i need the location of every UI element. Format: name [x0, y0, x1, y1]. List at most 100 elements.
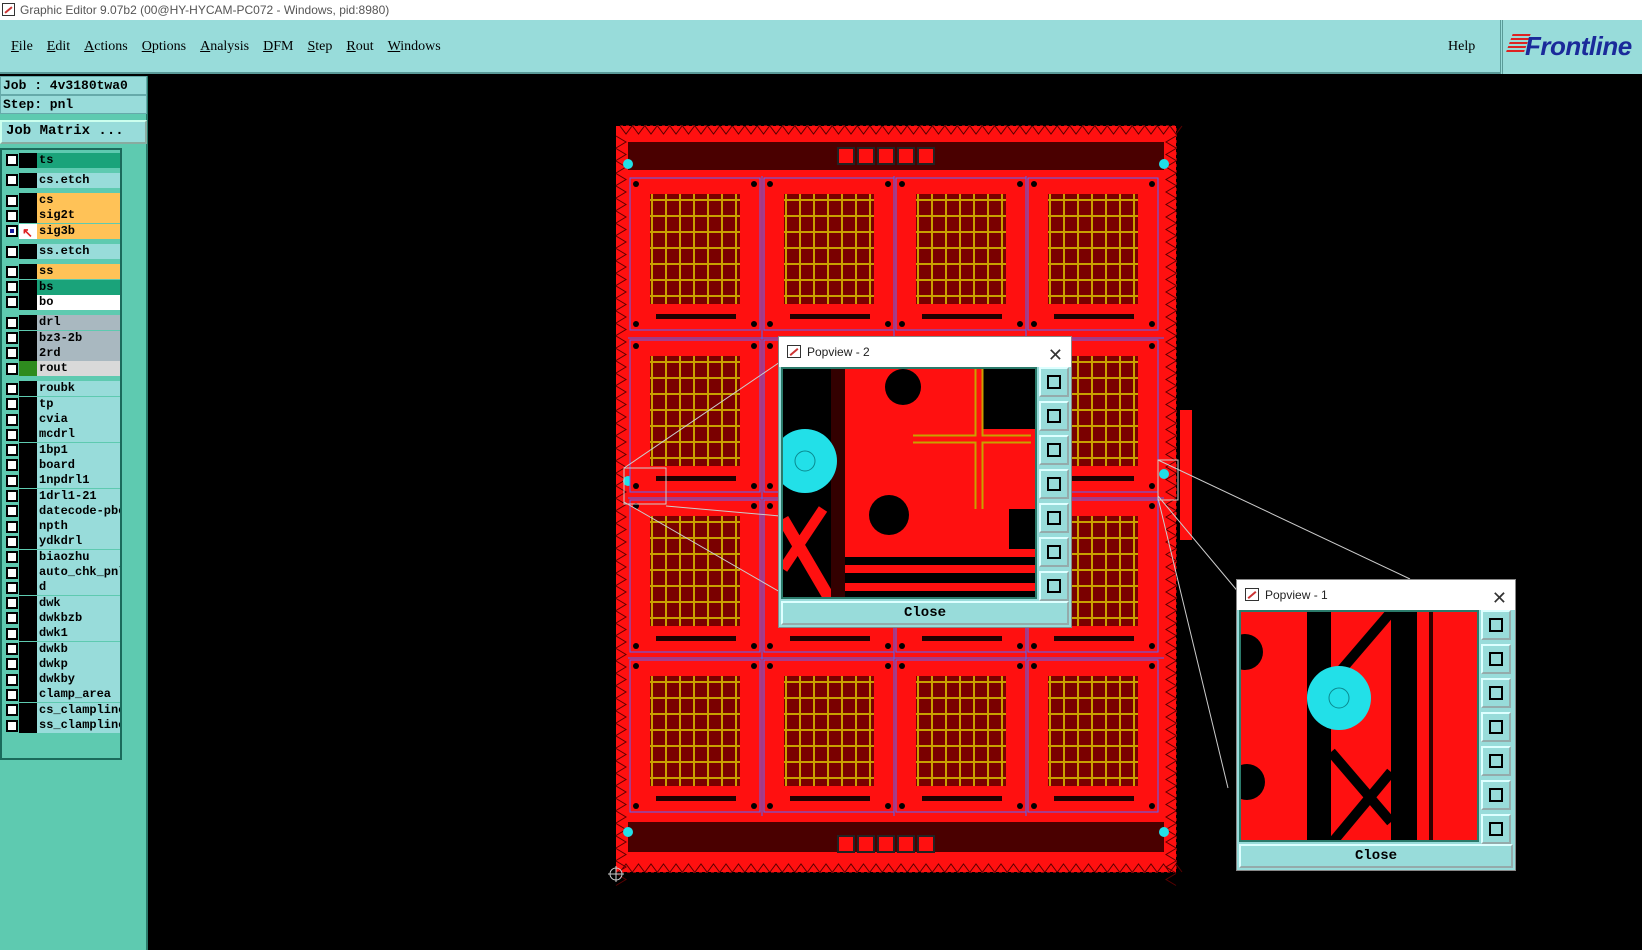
layer-row-dwkp[interactable]: dwkp	[4, 656, 120, 672]
layer-checkbox[interactable]	[6, 398, 18, 411]
layer-checkbox[interactable]	[6, 474, 18, 487]
layer-checkbox[interactable]	[6, 719, 18, 732]
pan-down-icon[interactable]	[1481, 678, 1511, 708]
zoom-fit-icon[interactable]	[1039, 367, 1069, 397]
layer-row-d[interactable]: d	[4, 580, 120, 596]
layer-row-board[interactable]: board	[4, 457, 120, 473]
popview-1-titlebar[interactable]: Popview - 1 ✕	[1237, 580, 1515, 610]
layer-row-drl[interactable]: drl	[4, 315, 120, 331]
layer-checkbox[interactable]	[6, 194, 18, 207]
popview-2-view[interactable]	[781, 367, 1037, 599]
popview-2-close-button[interactable]: Close	[781, 601, 1069, 625]
layer-row-clamp_area[interactable]: clamp_area	[4, 687, 120, 703]
layer-checkbox[interactable]	[6, 551, 18, 564]
layer-row-ss.etch[interactable]: ss.etch	[4, 244, 120, 260]
menu-dfm[interactable]: DFM	[256, 37, 300, 57]
pan-right-icon[interactable]	[1039, 503, 1069, 533]
menu-actions[interactable]: Actions	[77, 37, 135, 57]
layer-checkbox[interactable]	[6, 520, 18, 533]
layer-checkbox[interactable]	[6, 154, 18, 166]
layer-row-2rd[interactable]: 2rd	[4, 345, 120, 361]
layer-checkbox[interactable]	[6, 597, 18, 610]
layer-row-mcdrl[interactable]: mcdrl	[4, 427, 120, 443]
layer-checkbox[interactable]	[6, 688, 18, 701]
layer-row-cs[interactable]: cs	[4, 193, 120, 209]
pan-left-icon[interactable]	[1481, 712, 1511, 742]
layer-row-ss_clampline[interactable]: ss_clampline	[4, 718, 120, 734]
menu-rout[interactable]: Rout	[339, 37, 380, 57]
zoom-in-icon[interactable]	[1481, 780, 1511, 810]
layer-checkbox[interactable]	[6, 643, 18, 655]
menu-edit[interactable]: Edit	[40, 37, 77, 57]
layer-row-1bp1[interactable]: 1bp1	[4, 442, 120, 458]
layer-checkbox[interactable]	[6, 265, 18, 278]
layer-row-dwk[interactable]: dwk	[4, 595, 120, 611]
pan-up-icon[interactable]	[1039, 401, 1069, 431]
layer-row-ydkdrl[interactable]: ydkdrl	[4, 534, 120, 550]
layer-row-cs_clampline[interactable]: cs_clampline	[4, 702, 120, 718]
layer-row-rout[interactable]: rout	[4, 361, 120, 377]
layer-checkbox[interactable]	[6, 281, 18, 294]
job-matrix-button[interactable]: Job Matrix ...	[0, 120, 147, 144]
layer-checkbox[interactable]	[6, 581, 18, 594]
layer-row-npth[interactable]: npth	[4, 519, 120, 535]
menu-step[interactable]: Step	[300, 37, 339, 57]
layer-checkbox[interactable]	[6, 347, 18, 360]
pan-down-icon[interactable]	[1039, 435, 1069, 465]
menu-analysis[interactable]: Analysis	[193, 37, 256, 57]
pan-left-icon[interactable]	[1039, 469, 1069, 499]
menu-file[interactable]: File	[4, 37, 40, 57]
layer-checkbox[interactable]	[6, 245, 18, 258]
layer-row-biaozhu[interactable]: biaozhu	[4, 549, 120, 565]
layer-row-ts[interactable]: ts	[4, 152, 120, 168]
layer-row-dwkby[interactable]: dwkby	[4, 672, 120, 688]
layer-row-bs[interactable]: bs	[4, 279, 120, 295]
zoom-in-icon[interactable]	[1039, 537, 1069, 567]
layer-row-roubk[interactable]: roubk	[4, 381, 120, 397]
layer-checkbox[interactable]	[6, 413, 18, 426]
popview-2-titlebar[interactable]: Popview - 2 ✕	[779, 337, 1071, 367]
layer-checkbox[interactable]	[6, 444, 18, 457]
layer-checkbox[interactable]	[6, 627, 18, 640]
layer-checkbox[interactable]	[6, 174, 18, 187]
zoom-out-icon[interactable]	[1481, 814, 1511, 844]
pan-right-icon[interactable]	[1481, 746, 1511, 776]
layer-row-cs.etch[interactable]: cs.etch	[4, 172, 120, 188]
close-icon[interactable]: ✕	[1048, 340, 1063, 370]
popview-1-view[interactable]	[1239, 610, 1479, 842]
popview-2-window[interactable]: Popview - 2 ✕ Close	[778, 336, 1072, 628]
layer-checkbox[interactable]	[6, 332, 18, 344]
layer-checkbox[interactable]	[6, 673, 18, 686]
popview-1-close-button[interactable]: Close	[1239, 844, 1513, 868]
zoom-fit-icon[interactable]	[1481, 610, 1511, 640]
layer-row-datecode-pbe[interactable]: datecode-pbe	[4, 503, 120, 519]
layer-checkbox[interactable]	[6, 362, 18, 375]
layer-row-1npdrl1[interactable]: 1npdrl1	[4, 473, 120, 489]
layer-checkbox[interactable]	[6, 209, 18, 222]
layer-checkbox[interactable]	[6, 225, 18, 238]
popview-1-window[interactable]: Popview - 1 ✕ Close	[1236, 579, 1516, 871]
pan-up-icon[interactable]	[1481, 644, 1511, 674]
layer-checkbox[interactable]	[6, 704, 18, 717]
layer-checkbox[interactable]	[6, 612, 18, 625]
layer-checkbox[interactable]	[6, 428, 18, 441]
layer-checkbox[interactable]	[6, 296, 18, 309]
layer-checkbox[interactable]	[6, 566, 18, 579]
layer-row-bo[interactable]: bo	[4, 294, 120, 310]
layer-row-dwkb[interactable]: dwkb	[4, 641, 120, 657]
layer-row-bz3-2b[interactable]: bz3-2b	[4, 330, 120, 346]
layer-checkbox[interactable]	[6, 459, 18, 472]
layer-checkbox[interactable]	[6, 535, 18, 548]
graphic-canvas[interactable]: Popview - 2 ✕ Close Popview - 1 ✕ Close	[150, 76, 1642, 950]
menu-help[interactable]: Help	[1448, 39, 1475, 55]
layer-row-cvia[interactable]: cvia	[4, 412, 120, 428]
layer-checkbox[interactable]	[6, 658, 18, 671]
layer-checkbox[interactable]	[6, 490, 18, 502]
layer-checkbox[interactable]	[6, 505, 18, 518]
layer-row-dwkbzb[interactable]: dwkbzb	[4, 610, 120, 626]
layer-row-tp[interactable]: tp	[4, 396, 120, 412]
layer-checkbox[interactable]	[6, 382, 18, 395]
menu-options[interactable]: Options	[135, 37, 193, 57]
layer-row-dwk1[interactable]: dwk1	[4, 626, 120, 642]
layer-row-sig2t[interactable]: sig2t	[4, 208, 120, 224]
